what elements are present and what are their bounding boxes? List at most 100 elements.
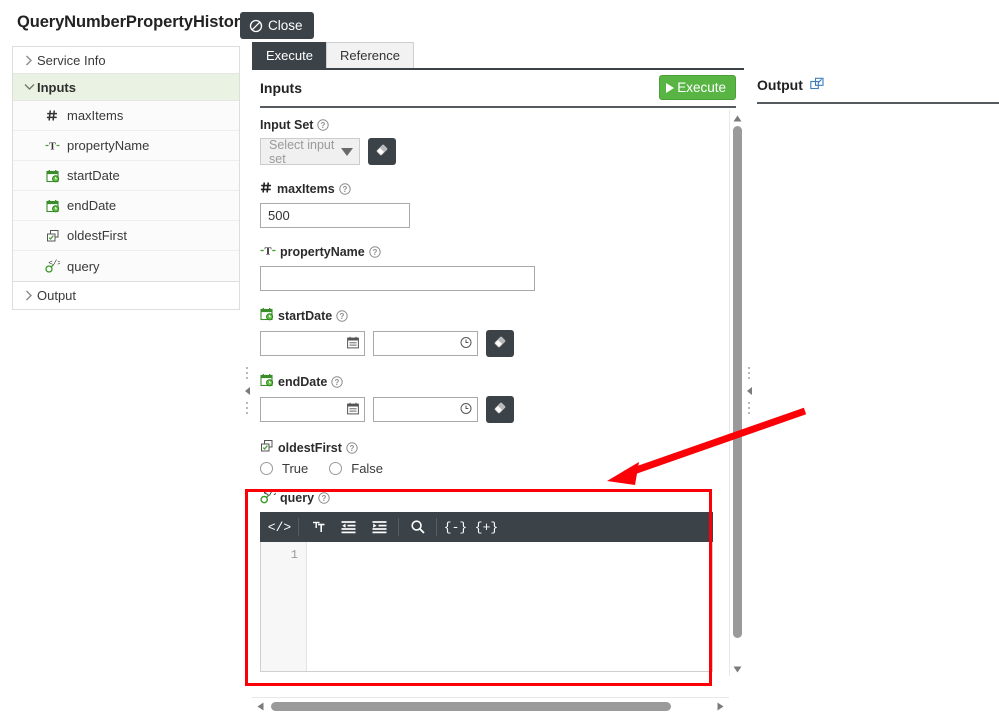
sidebar-item-propertyname[interactable]: T propertyName [13, 131, 239, 161]
property-name-input[interactable] [260, 266, 535, 291]
input-set-select[interactable]: Select input set [260, 138, 360, 165]
start-date-date-wrap [260, 331, 365, 356]
source-code-glyph: </> [268, 520, 291, 535]
center-panel: Execute Reference Inputs Execute [252, 42, 744, 714]
chevron-right-icon [21, 55, 37, 66]
sidebar-item-label: endDate [67, 198, 116, 213]
execute-button-label: Execute [677, 80, 726, 95]
max-items-input[interactable] [260, 203, 410, 228]
property-name-label: propertyName [280, 245, 365, 259]
svg-text:T: T [49, 142, 56, 153]
start-date-clear-button[interactable] [486, 330, 514, 357]
field-query: </> query ? [260, 489, 722, 672]
sidebar-item-oldestfirst[interactable]: oldestFirst [13, 221, 239, 251]
svg-text:</>: </> [48, 260, 60, 268]
expand-all-glyph: {+} [475, 520, 498, 535]
end-date-time-wrap [373, 397, 478, 422]
svg-text:?: ? [349, 444, 354, 453]
eraser-icon [492, 400, 508, 419]
oldest-first-radio-false[interactable] [329, 462, 342, 475]
end-date-clear-button[interactable] [486, 396, 514, 423]
start-date-time-input[interactable] [373, 331, 478, 356]
help-circle-icon[interactable]: ? [318, 492, 330, 504]
sidebar-item-output[interactable]: Output [13, 282, 239, 309]
sidebar-item-service-info[interactable]: Service Info [13, 47, 239, 74]
svg-text:T: T [264, 247, 271, 258]
sidebar-item-inputs[interactable]: Inputs [13, 74, 239, 101]
query-code-editor: </> [260, 512, 713, 672]
help-circle-icon[interactable]: ? [346, 442, 358, 454]
scroll-track-horizontal[interactable] [269, 698, 712, 714]
scroll-left-button[interactable] [252, 698, 269, 714]
eraser-icon [374, 142, 390, 161]
help-circle-icon[interactable]: ? [336, 310, 348, 322]
svg-text:?: ? [342, 185, 347, 194]
code-editor-toolbar: </> [260, 512, 713, 542]
scroll-thumb-vertical[interactable] [733, 126, 742, 638]
code-editor-content[interactable] [307, 542, 712, 671]
end-date-time-input[interactable] [373, 397, 478, 422]
collapse-all-glyph: {-} [444, 520, 467, 535]
sidebar-item-label: Service Info [37, 53, 106, 68]
search-icon[interactable] [402, 512, 433, 542]
title-bar: QueryNumberPropertyHistory Close [0, 0, 999, 44]
scroll-up-button[interactable] [730, 110, 745, 125]
chevron-right-icon [21, 290, 37, 301]
sidebar-item-maxitems[interactable]: maxItems [13, 101, 239, 131]
sidebar-item-startdate[interactable]: startDate [13, 161, 239, 191]
oldest-first-radio-true-label[interactable]: True [282, 461, 308, 476]
execute-button[interactable]: Execute [659, 75, 736, 100]
input-set-controls: Select input set [260, 138, 722, 165]
svg-text:?: ? [322, 494, 327, 503]
sidebar-item-label: maxItems [67, 108, 123, 123]
source-code-icon[interactable]: </> [264, 512, 295, 542]
end-date-label-row: endDate ? [260, 373, 722, 390]
svg-text:?: ? [321, 121, 326, 130]
grip-dots-icon [246, 402, 248, 414]
eraser-icon [492, 334, 508, 353]
format-text-icon[interactable] [302, 512, 333, 542]
chevron-down-icon [21, 83, 37, 91]
scroll-down-button[interactable] [730, 661, 745, 676]
popout-window-icon[interactable] [810, 77, 824, 94]
left-splitter-handle[interactable] [242, 355, 252, 425]
scroll-thumb-horizontal[interactable] [271, 702, 671, 711]
help-circle-icon[interactable]: ? [317, 119, 329, 131]
field-max-items: maxItems ? [260, 181, 722, 228]
sidebar-item-query[interactable]: </> query [13, 251, 239, 281]
oldest-first-radio-false-label[interactable]: False [351, 461, 383, 476]
collapse-all-icon[interactable]: {-} [440, 512, 471, 542]
input-set-clear-button[interactable] [368, 138, 396, 165]
oldest-first-radio-true[interactable] [260, 462, 273, 475]
indent-decrease-icon[interactable] [333, 512, 364, 542]
start-date-date-input[interactable] [260, 331, 365, 356]
start-date-controls [260, 330, 722, 357]
start-date-time-wrap [373, 331, 478, 356]
close-button[interactable]: Close [240, 12, 314, 39]
right-splitter-handle[interactable] [744, 355, 754, 425]
number-type-icon [45, 108, 60, 123]
property-name-label-row: T propertyName ? [260, 244, 722, 260]
help-circle-icon[interactable]: ? [339, 183, 351, 195]
sidebar-item-enddate[interactable]: endDate [13, 191, 239, 221]
sidebar-item-label: query [67, 259, 100, 274]
tab-execute[interactable]: Execute [252, 42, 327, 68]
tab-reference[interactable]: Reference [326, 42, 414, 68]
help-circle-icon[interactable]: ? [331, 376, 343, 388]
help-circle-icon[interactable]: ? [369, 246, 381, 258]
expand-all-icon[interactable]: {+} [471, 512, 502, 542]
code-editor-body[interactable]: 1 [260, 542, 713, 672]
scroll-right-button[interactable] [712, 698, 729, 714]
input-set-select-value: Select input set [269, 138, 341, 166]
collapse-left-arrow-icon[interactable] [244, 383, 251, 398]
inputs-vertical-scrollbar[interactable] [729, 110, 744, 676]
ban-icon [249, 19, 263, 33]
field-input-set: Input Set ? Select input set [260, 118, 722, 165]
end-date-date-input[interactable] [260, 397, 365, 422]
indent-increase-icon[interactable] [364, 512, 395, 542]
output-panel-header: Output [757, 68, 999, 104]
field-start-date: startDate ? [260, 307, 722, 357]
collapse-right-arrow-icon[interactable] [746, 383, 753, 398]
inputs-horizontal-scrollbar[interactable] [252, 697, 729, 714]
inputs-panel: Inputs Execute Input Set [252, 68, 744, 714]
